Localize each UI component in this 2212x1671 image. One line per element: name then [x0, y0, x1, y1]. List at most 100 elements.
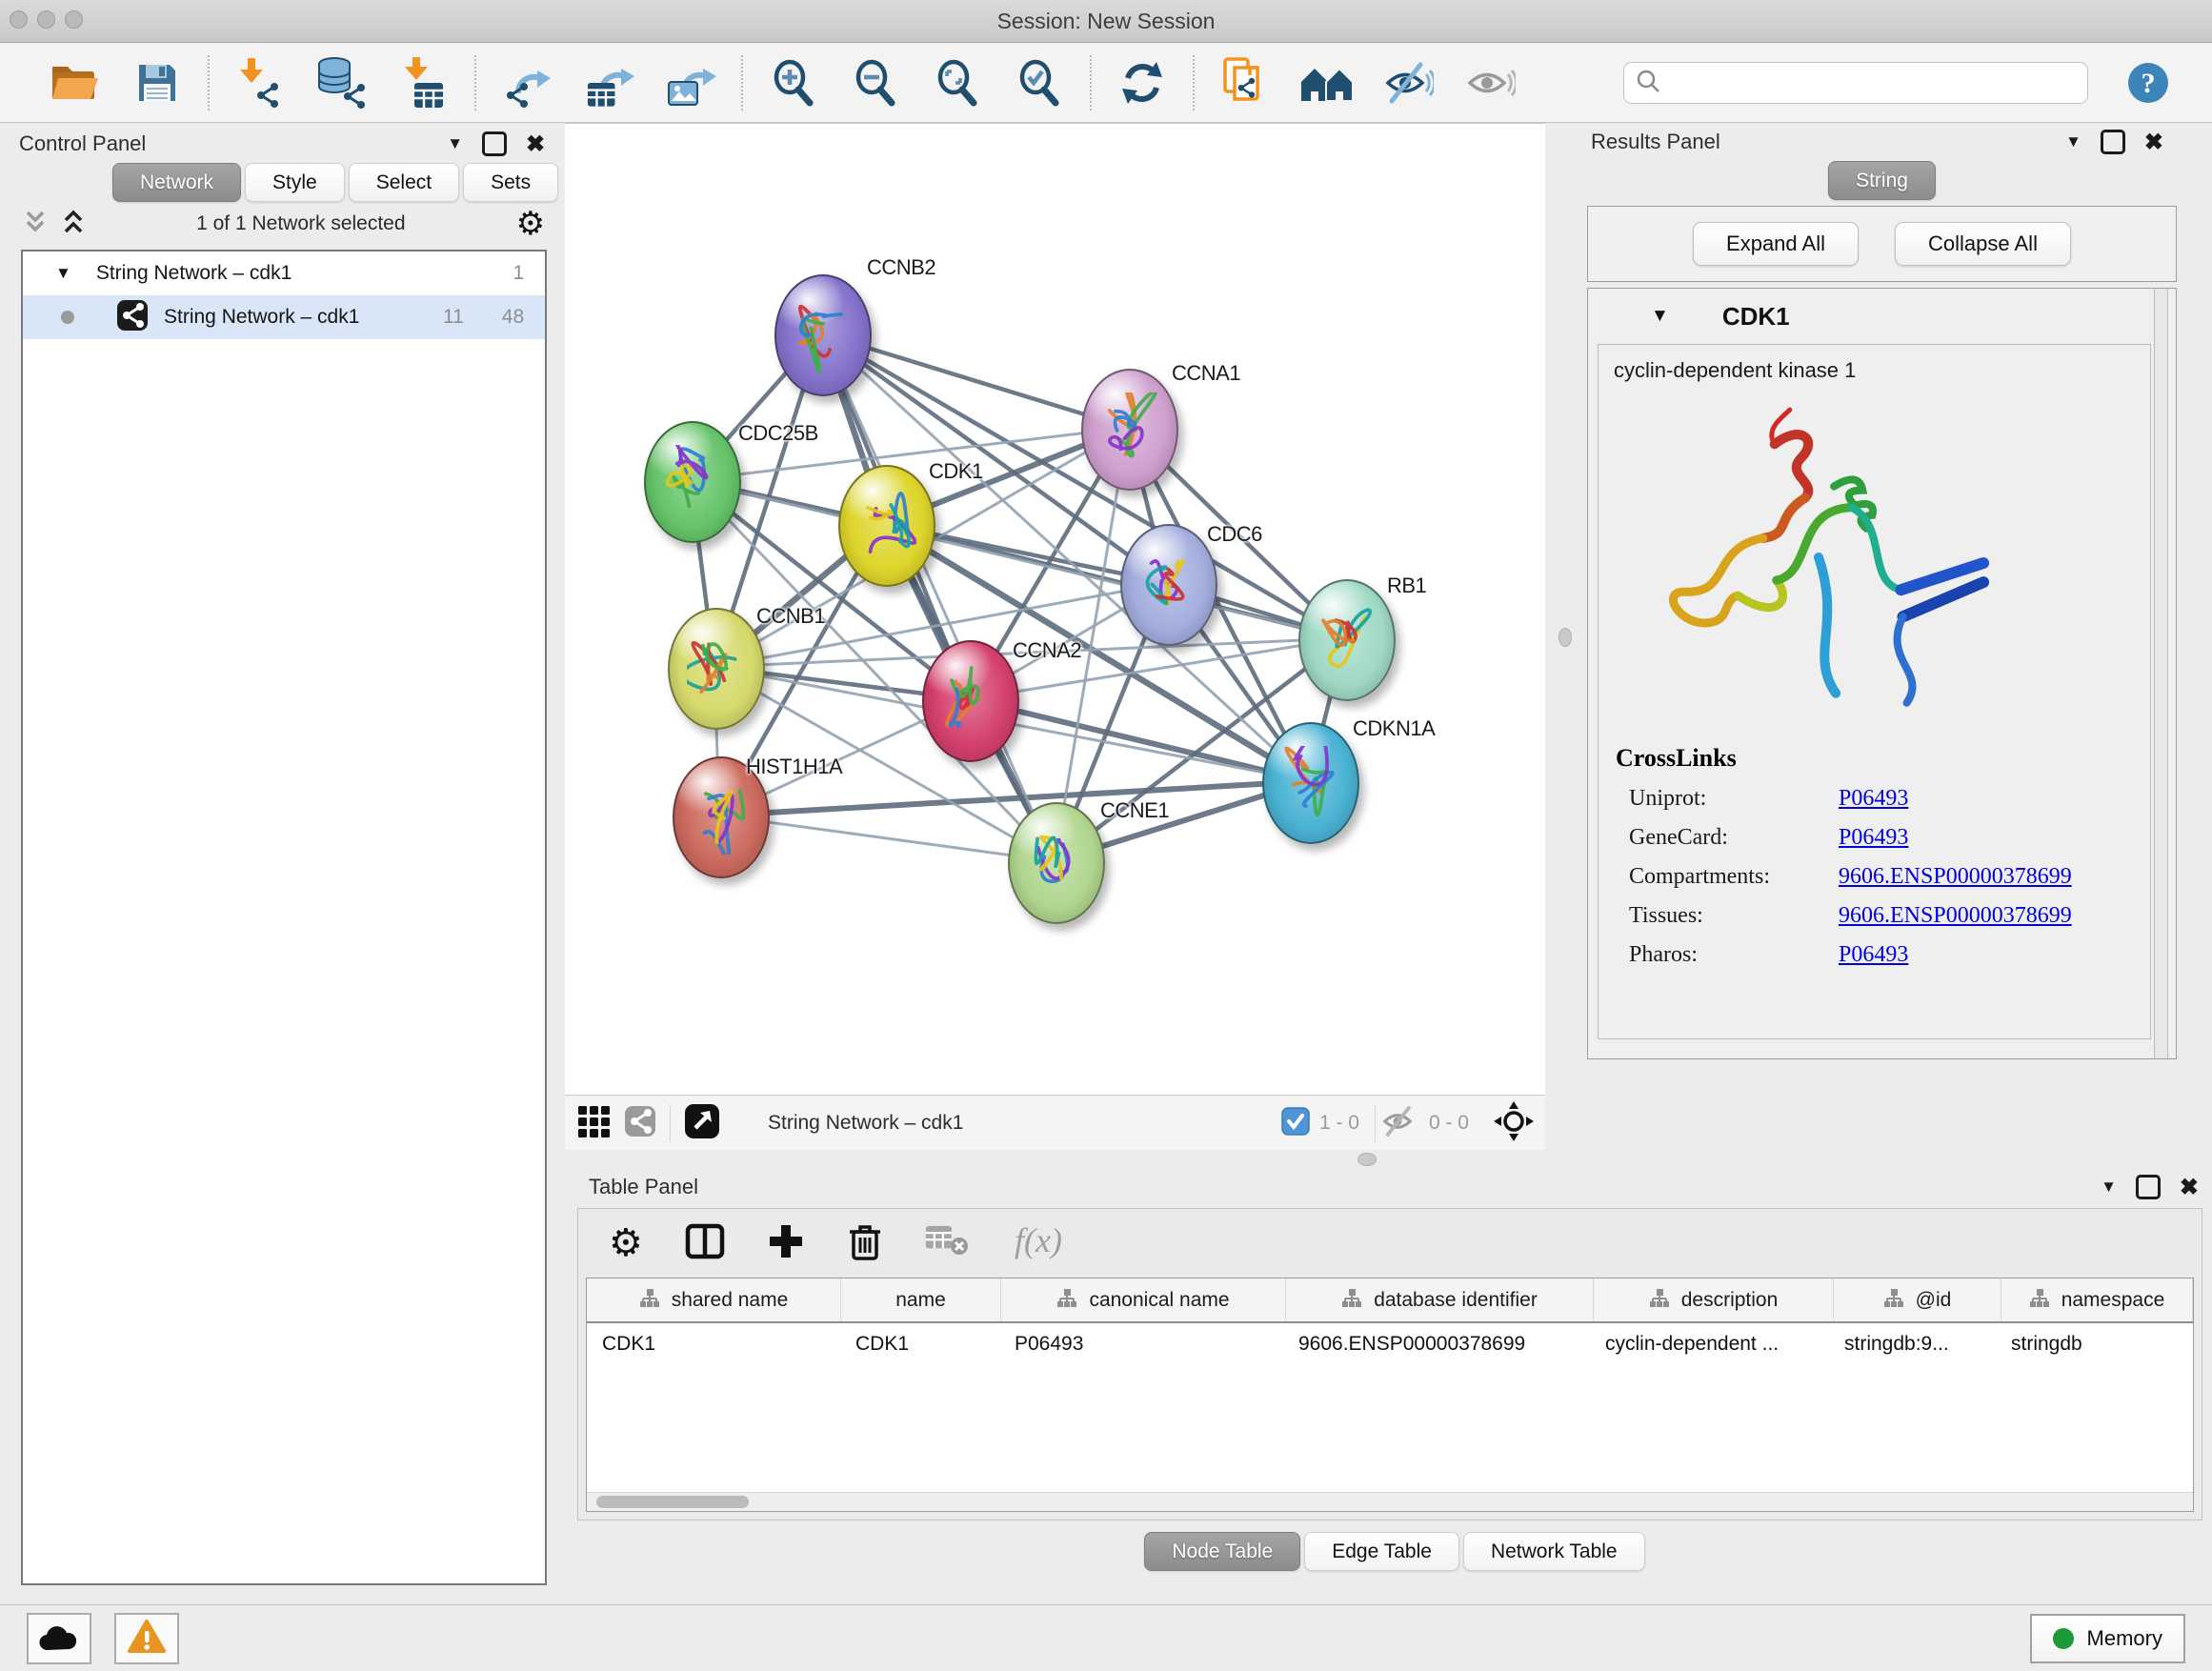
control-panel-float-icon[interactable]: ▼	[447, 134, 463, 153]
table-panel-float-icon[interactable]: ▼	[2101, 1178, 2117, 1197]
column-header-database-identifier[interactable]: database identifier	[1286, 1278, 1594, 1321]
import-network-button[interactable]	[232, 53, 288, 112]
crosslink-link[interactable]: 9606.ENSP00000378699	[1839, 864, 2072, 890]
crosslink-row: Pharos:P06493	[1616, 942, 2150, 968]
zoom-out-button[interactable]	[848, 53, 903, 112]
column-header-canonical-name[interactable]: canonical name	[1001, 1278, 1286, 1321]
tab-string[interactable]: String	[1828, 161, 1936, 200]
table-tabs: Node TableEdge TableNetwork Table	[577, 1532, 2212, 1571]
selected-checkbox-icon[interactable]	[1281, 1107, 1310, 1139]
column-header-name[interactable]: name	[841, 1278, 1001, 1321]
expand-all-button[interactable]: Expand All	[1693, 222, 1859, 266]
delete-table-icon	[925, 1225, 969, 1261]
table-options-gear-icon[interactable]: ⚙	[609, 1224, 643, 1262]
network-node-ccna1[interactable]	[1081, 369, 1178, 491]
column-header-id[interactable]: @id	[1834, 1278, 2001, 1321]
tab-network-table[interactable]: Network Table	[1463, 1532, 1645, 1571]
node-label-hist1h1a: HIST1H1A	[746, 755, 842, 779]
network-node-cdc6[interactable]	[1120, 524, 1217, 646]
node-label-ccna1: CCNA1	[1172, 361, 1240, 386]
export-network-button[interactable]	[499, 53, 554, 112]
memory-button[interactable]: Memory	[2030, 1614, 2185, 1663]
birds-eye-view-icon[interactable]	[684, 1103, 720, 1143]
import-table-button[interactable]	[396, 53, 452, 112]
open-session-button[interactable]	[48, 53, 103, 112]
cloud-button[interactable]	[27, 1613, 91, 1664]
network-options-gear-icon[interactable]: ⚙	[516, 208, 545, 240]
crosslink-link[interactable]: 9606.ENSP00000378699	[1839, 903, 2072, 929]
warnings-button[interactable]	[114, 1613, 179, 1664]
export-table-button[interactable]	[581, 53, 636, 112]
window-title: Session: New Session	[0, 0, 2212, 42]
tab-select[interactable]: Select	[349, 163, 459, 202]
results-panel-close-icon[interactable]: ✖	[2144, 129, 2163, 156]
control-panel-maximize-icon[interactable]	[482, 131, 507, 156]
table-row[interactable]: CDK1CDK1P064939606.ENSP00000378699cyclin…	[587, 1323, 2193, 1365]
tab-network[interactable]: Network	[112, 163, 241, 202]
expand-all-networks-icon[interactable]	[61, 209, 86, 239]
table-horizontal-scrollbar[interactable]	[587, 1492, 2193, 1511]
help-button[interactable]: ?	[2121, 53, 2176, 112]
zoom-fit-button[interactable]	[930, 53, 985, 112]
delete-column-icon[interactable]	[847, 1221, 883, 1265]
table-panel-close-icon[interactable]: ✖	[2180, 1174, 2199, 1201]
network-node-ccnb1[interactable]	[668, 608, 765, 730]
search-box[interactable]	[1623, 62, 2088, 104]
network-node-cdc25b[interactable]	[644, 421, 741, 543]
save-session-button[interactable]	[130, 53, 185, 112]
crosslink-link[interactable]: P06493	[1839, 786, 1908, 812]
tab-node-table[interactable]: Node Table	[1144, 1532, 1300, 1571]
protein-ribbon-thumb	[687, 632, 746, 706]
results-panel-maximize-icon[interactable]	[2101, 130, 2125, 154]
hide-selected-button[interactable]	[1381, 53, 1437, 112]
network-node-ccne1[interactable]	[1008, 802, 1105, 924]
gene-accordion-header[interactable]: ▼ CDK1	[1588, 289, 2176, 344]
network-collection-row[interactable]: ▼ String Network – cdk1 1	[23, 252, 545, 295]
column-header-namespace[interactable]: namespace	[2001, 1278, 2193, 1321]
network-node-ccnb2[interactable]	[774, 274, 872, 396]
crosslink-link[interactable]: P06493	[1839, 825, 1908, 851]
svg-text:f(x): f(x)	[1015, 1221, 1062, 1259]
tab-edge-table[interactable]: Edge Table	[1304, 1532, 1459, 1571]
column-header-description[interactable]: description	[1594, 1278, 1834, 1321]
network-node-cdkn1a[interactable]	[1262, 722, 1359, 844]
results-panel-float-icon[interactable]: ▼	[2065, 132, 2081, 151]
node-table[interactable]: shared namenamecanonical namedatabase id…	[586, 1278, 2194, 1512]
import-network-database-button[interactable]	[314, 53, 370, 112]
zoom-in-button[interactable]	[766, 53, 821, 112]
first-neighbors-button[interactable]	[1299, 53, 1355, 112]
scrollbar-thumb[interactable]	[596, 1496, 749, 1508]
network-node-rb1[interactable]	[1298, 579, 1396, 701]
column-header-shared-name[interactable]: shared name	[587, 1278, 841, 1321]
export-image-button[interactable]	[663, 53, 718, 112]
right-splitter[interactable]	[1545, 123, 1583, 1150]
left-splitter[interactable]	[558, 123, 565, 1604]
search-input[interactable]	[1668, 70, 2076, 95]
gene-collapse-icon[interactable]: ▼	[1651, 306, 1669, 327]
network-canvas[interactable]: CCNB2CCNA1CDC25BCDK1CDC6RB1CCNB1CCNA2CDK…	[565, 124, 1545, 1095]
add-column-icon[interactable]	[767, 1222, 805, 1264]
collection-collapse-icon[interactable]: ▼	[55, 264, 71, 283]
show-columns-icon[interactable]	[685, 1223, 725, 1263]
network-row[interactable]: String Network – cdk1 11 48	[23, 295, 545, 339]
protein-ribbon-thumb	[857, 489, 916, 563]
control-panel-title: Control Panel	[19, 131, 146, 156]
zoom-selected-button[interactable]	[1012, 53, 1067, 112]
crosslink-link[interactable]: P06493	[1839, 942, 1908, 968]
tab-sets[interactable]: Sets	[463, 163, 558, 202]
network-from-selection-button[interactable]	[1217, 53, 1273, 112]
tab-style[interactable]: Style	[245, 163, 345, 202]
table-panel-maximize-icon[interactable]	[2136, 1175, 2161, 1199]
network-node-cdk1[interactable]	[838, 465, 935, 587]
grid-view-icon[interactable]	[576, 1104, 611, 1142]
control-panel-close-icon[interactable]: ✖	[526, 131, 545, 158]
show-all-button[interactable]	[1463, 53, 1518, 112]
protein-ribbon-thumb	[1027, 826, 1086, 900]
results-scrollbar[interactable]	[2154, 289, 2168, 1058]
collapse-all-networks-icon[interactable]	[23, 209, 48, 239]
horizontal-splitter[interactable]	[565, 1150, 2212, 1168]
collapse-all-button[interactable]: Collapse All	[1895, 222, 2071, 266]
crosshair-move-icon[interactable]	[1494, 1101, 1534, 1145]
apply-layout-button[interactable]	[1115, 53, 1170, 112]
network-node-ccna2[interactable]	[922, 640, 1019, 762]
